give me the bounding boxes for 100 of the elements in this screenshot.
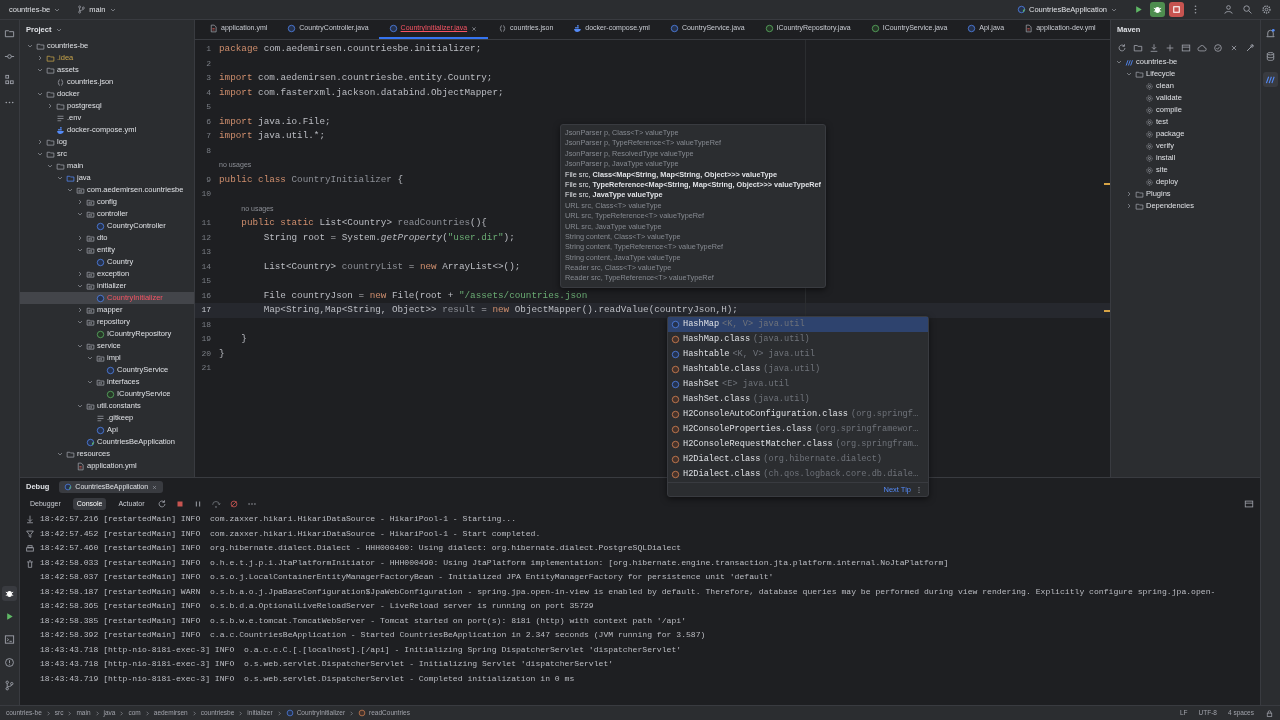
run-icon xyxy=(4,611,15,622)
package-icon xyxy=(86,209,95,219)
download-icon[interactable] xyxy=(1149,43,1159,53)
chevron-down-icon[interactable] xyxy=(56,450,64,458)
line-number: 14 xyxy=(200,260,212,273)
code-line: File countryJson = new File(root + "/assets/countries.json xyxy=(262,288,588,303)
close-icon[interactable] xyxy=(1229,43,1239,53)
filter-icon[interactable] xyxy=(25,529,35,539)
chevron-down-icon[interactable] xyxy=(76,282,84,290)
line-number: 17 xyxy=(200,304,212,317)
layout-icon[interactable] xyxy=(1244,499,1254,509)
rerun-icon[interactable] xyxy=(156,499,167,509)
clear-icon[interactable] xyxy=(25,559,35,569)
scroll-to-end-icon[interactable] xyxy=(25,514,35,524)
add-icon[interactable] xyxy=(1165,43,1175,53)
completion-item[interactable]: HashSet.class (java.util) xyxy=(668,392,928,407)
chevron-down-icon[interactable] xyxy=(76,318,84,326)
completion-item[interactable]: HashMap <K, V> java.util xyxy=(668,317,928,332)
completion-item[interactable]: Hashtable <K, V> java.util xyxy=(668,347,928,362)
chevron-right-icon[interactable] xyxy=(76,270,84,278)
maven-button[interactable] xyxy=(1263,72,1278,87)
terminal-icon xyxy=(4,634,15,645)
chevron-down-icon[interactable] xyxy=(76,246,84,254)
completion-item[interactable]: H2ConsoleAutoConfiguration.class (org.springf… xyxy=(668,407,928,422)
line-number: 19 xyxy=(200,333,212,346)
chevron-down-icon[interactable] xyxy=(86,354,94,362)
check-icon[interactable] xyxy=(1213,43,1223,53)
chevron-down-icon[interactable] xyxy=(36,90,44,98)
chevron-right-icon[interactable] xyxy=(46,102,54,110)
chevron-down-icon[interactable] xyxy=(66,186,74,194)
branch-button[interactable] xyxy=(2,678,17,693)
package-icon xyxy=(96,353,105,363)
chevron-down-icon[interactable] xyxy=(26,42,34,50)
chevron-down-icon[interactable] xyxy=(46,162,54,170)
package-icon xyxy=(86,269,95,279)
print-icon[interactable] xyxy=(25,544,35,554)
chevron-down-icon[interactable] xyxy=(1125,70,1133,78)
debug-button[interactable] xyxy=(1150,2,1165,17)
chevron-down-icon[interactable] xyxy=(76,342,84,350)
more-icon[interactable] xyxy=(915,485,923,494)
chevron-down-icon[interactable] xyxy=(76,210,84,218)
mute-breakpoints-icon[interactable] xyxy=(228,499,239,509)
completion-item[interactable]: H2ConsoleRequestMatcher.class (org.springfram… xyxy=(668,437,928,452)
class-icon xyxy=(671,320,680,329)
cloud-icon[interactable] xyxy=(1197,43,1207,53)
panel-icon[interactable] xyxy=(1181,43,1191,53)
package-icon xyxy=(86,305,95,315)
terminal-button[interactable] xyxy=(2,632,17,647)
whale-icon xyxy=(56,125,65,135)
console-line: 18:42:58.392 [restartedMain] INFO c.a.c.CountriesBeApplication - Started CountriesBeApplication in 2.347 seconds (JVM running for 3.587) xyxy=(40,629,707,642)
chevron-right-icon[interactable] xyxy=(76,198,84,206)
spring-app-icon xyxy=(1017,5,1027,14)
reload-icon[interactable] xyxy=(1117,43,1127,53)
completion-item[interactable]: Hashtable.class (java.util) xyxy=(668,362,928,377)
chevron-right-icon xyxy=(190,709,198,717)
completion-item[interactable]: H2Dialect.class (ch.qos.logback.core.db.diale… xyxy=(668,467,928,482)
chevron-down-icon[interactable] xyxy=(36,150,44,158)
line-number: 10 xyxy=(200,188,212,201)
yaml-file-icon xyxy=(1024,24,1034,33)
step-over-icon[interactable] xyxy=(210,499,221,509)
line-number: 11 xyxy=(200,217,212,230)
close-icon[interactable] xyxy=(151,483,159,491)
chevron-right-icon[interactable] xyxy=(76,234,84,242)
problems-button[interactable] xyxy=(2,655,17,670)
stop-button[interactable] xyxy=(1169,2,1184,17)
text-file-icon xyxy=(56,113,65,123)
completion-item[interactable]: H2ConsoleProperties.class (org.springframewor… xyxy=(668,422,928,437)
chevron-right-icon[interactable] xyxy=(36,138,44,146)
chevron-down-icon xyxy=(55,26,64,34)
chevron-down-icon[interactable] xyxy=(56,174,64,182)
wrench-icon[interactable] xyxy=(1245,43,1255,53)
chevron-right-icon xyxy=(66,709,74,717)
folder-icon[interactable] xyxy=(1133,43,1143,53)
chevron-down-icon[interactable] xyxy=(86,378,94,386)
warning-stripe-mark xyxy=(1104,310,1110,312)
chevron-right-icon[interactable] xyxy=(36,54,44,62)
person-button[interactable] xyxy=(1221,2,1236,17)
completion-item[interactable]: H2Dialect.class (org.hibernate.dialect) xyxy=(668,452,928,467)
line-number: 2 xyxy=(205,57,212,70)
braces-icon xyxy=(498,24,508,33)
chevron-down-icon[interactable] xyxy=(36,66,44,74)
completion-item[interactable]: HashSet <E> java.util xyxy=(668,377,928,392)
chevron-down-icon[interactable] xyxy=(76,402,84,410)
package-icon xyxy=(86,233,95,243)
structure-button[interactable] xyxy=(2,72,17,87)
braces-icon xyxy=(56,77,65,87)
console-line: 18:42:57.460 [restartedMain] INFO org.hibernate.dialect.Dialect - HHH000400: Using dialect: org.hibernate.dialect.PostgreSQLDialect xyxy=(40,542,683,555)
chevron-right-icon[interactable] xyxy=(1125,190,1133,198)
chevron-right-icon[interactable] xyxy=(1125,202,1133,210)
close-icon[interactable] xyxy=(470,24,479,33)
chevron-right-icon xyxy=(275,709,283,717)
chevron-down-icon[interactable] xyxy=(1115,58,1123,66)
chevron-right-icon[interactable] xyxy=(76,306,84,314)
line-number: 13 xyxy=(200,246,212,259)
completion-item[interactable]: HashMap.class (java.util) xyxy=(668,332,928,347)
project-icon xyxy=(4,28,15,39)
package-icon xyxy=(86,281,95,291)
settings-button[interactable] xyxy=(1259,2,1274,17)
debug-button[interactable] xyxy=(2,586,17,601)
lock-icon[interactable] xyxy=(1265,708,1274,718)
